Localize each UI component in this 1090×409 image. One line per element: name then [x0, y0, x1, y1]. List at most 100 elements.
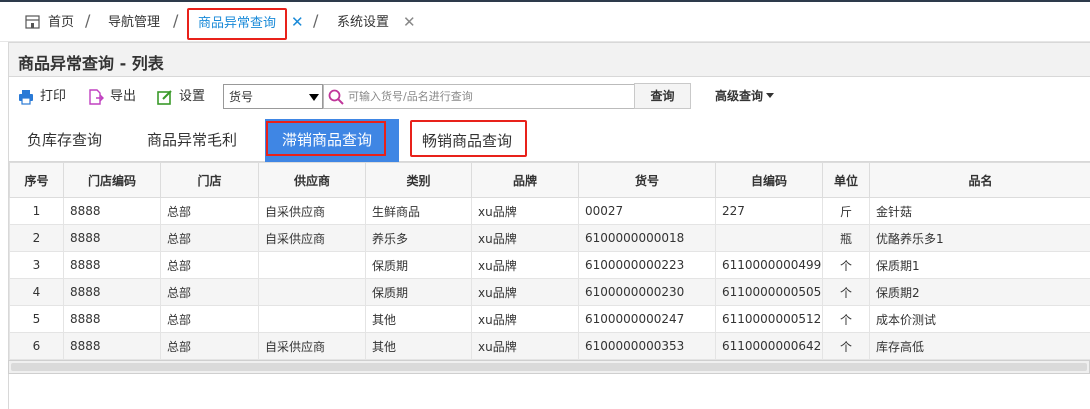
column-header[interactable]: 供应商	[258, 162, 366, 198]
cell: 总部	[160, 305, 259, 333]
cell	[258, 251, 366, 279]
cell: xu品牌	[471, 305, 579, 333]
cell	[258, 305, 366, 333]
cell: 8888	[63, 332, 161, 360]
column-header[interactable]: 单位	[822, 162, 870, 198]
cell: 库存高低	[869, 332, 1090, 360]
cell: xu品牌	[471, 278, 579, 306]
settings-button[interactable]: 设置	[157, 87, 217, 107]
cell: 8888	[63, 305, 161, 333]
cell: xu品牌	[471, 224, 579, 252]
breadcrumb-active-tab[interactable]: 商品异常查询	[187, 8, 287, 40]
table-row[interactable]: 1 8888 总部 自采供应商 生鲜商品 xu品牌 00027 227 斤 金针…	[9, 197, 1090, 225]
cell: 自采供应商	[258, 224, 366, 252]
cell: 6110000000642	[715, 332, 823, 360]
row-index: 2	[9, 224, 64, 252]
column-header[interactable]: 门店	[160, 162, 259, 198]
close-icon[interactable]: ✕	[403, 13, 416, 31]
page-title: 商品异常查询 - 列表	[18, 54, 164, 73]
export-icon	[89, 89, 104, 105]
table-row[interactable]: 6 8888 总部 自采供应商 其他 xu品牌 6100000000353 61…	[9, 332, 1090, 360]
cell: 总部	[160, 278, 259, 306]
column-header[interactable]: 类别	[365, 162, 472, 198]
search-input[interactable]	[348, 87, 628, 106]
cell: 保质期1	[869, 251, 1090, 279]
cell: 6110000000505	[715, 278, 823, 306]
column-header[interactable]: 品牌	[471, 162, 579, 198]
cell: 8888	[63, 197, 161, 225]
cell: 金针菇	[869, 197, 1090, 225]
table-row[interactable]: 4 8888 总部 保质期 xu品牌 6100000000230 6110000…	[9, 278, 1090, 306]
sub-tabs: 负库存查询 商品异常毛利 滞销商品查询 畅销商品查询	[8, 117, 1090, 162]
tab-slow-moving[interactable]: 滞销商品查询	[265, 119, 399, 162]
cell: 6100000000018	[578, 224, 716, 252]
cell: 个	[822, 305, 870, 333]
toolbar: 打印 导出 设置 货号 查询 高级查询	[8, 77, 1090, 117]
table-footer-area	[8, 374, 1090, 409]
column-header[interactable]: 货号	[578, 162, 716, 198]
cell: 个	[822, 332, 870, 360]
close-icon[interactable]: ✕	[291, 13, 304, 31]
row-index: 3	[9, 251, 64, 279]
tab-best-selling[interactable]: 畅销商品查询	[410, 120, 527, 157]
breadcrumb-home[interactable]: 首页	[48, 13, 74, 33]
row-index: 4	[9, 278, 64, 306]
column-header[interactable]: 自编码	[715, 162, 823, 198]
search-icon	[328, 89, 344, 105]
breadcrumb: 首页 / 导航管理 / 商品异常查询 ✕ / 系统设置 ✕	[0, 2, 1090, 42]
cell	[258, 278, 366, 306]
breadcrumb-active-label: 商品异常查询	[197, 16, 276, 31]
cell: 自采供应商	[258, 332, 366, 360]
tab-best-selling-label: 畅销商品查询	[422, 132, 513, 150]
breadcrumb-settings[interactable]: 系统设置	[337, 13, 389, 33]
cell: 6110000000499	[715, 251, 823, 279]
data-table: 序号 门店编码 门店 供应商 类别 品牌 货号 自编码 单位 品名 1 8888…	[8, 162, 1090, 360]
table-row[interactable]: 2 8888 总部 自采供应商 养乐多 xu品牌 6100000000018 瓶…	[9, 224, 1090, 252]
print-button[interactable]: 打印	[18, 87, 78, 107]
field-select[interactable]: 货号	[223, 84, 323, 109]
edit-icon	[157, 90, 172, 105]
breadcrumb-separator: /	[313, 11, 319, 30]
cell: 其他	[365, 332, 472, 360]
cell: xu品牌	[471, 197, 579, 225]
horizontal-scrollbar[interactable]	[8, 360, 1090, 374]
home-icon[interactable]	[25, 15, 40, 29]
advanced-query-label: 高级查询	[715, 89, 764, 103]
cell: 6100000000247	[578, 305, 716, 333]
column-header[interactable]: 序号	[9, 162, 64, 198]
cell: 生鲜商品	[365, 197, 472, 225]
page-title-bar: 商品异常查询 - 列表	[8, 42, 1090, 77]
column-header[interactable]: 门店编码	[63, 162, 161, 198]
advanced-query-button[interactable]: 高级查询	[715, 87, 775, 104]
tab-slow-moving-label: 滞销商品查询	[282, 131, 373, 149]
cell: 227	[715, 197, 823, 225]
export-button[interactable]: 导出	[88, 87, 148, 107]
cell: 养乐多	[365, 224, 472, 252]
cell: 保质期	[365, 278, 472, 306]
table-header-row: 序号 门店编码 门店 供应商 类别 品牌 货号 自编码 单位 品名	[9, 162, 1090, 198]
table-row[interactable]: 3 8888 总部 保质期 xu品牌 6100000000223 6110000…	[9, 251, 1090, 279]
cell: 斤	[822, 197, 870, 225]
print-icon	[19, 90, 33, 105]
query-button[interactable]: 查询	[634, 83, 691, 109]
tab-abnormal-margin[interactable]: 商品异常毛利	[147, 129, 237, 150]
cell: xu品牌	[471, 332, 579, 360]
cell: 其他	[365, 305, 472, 333]
table-row[interactable]: 5 8888 总部 其他 xu品牌 6100000000247 61100000…	[9, 305, 1090, 333]
cell: 6100000000353	[578, 332, 716, 360]
column-header[interactable]: 品名	[869, 162, 1090, 198]
cell: 6100000000230	[578, 278, 716, 306]
breadcrumb-separator: /	[85, 11, 91, 30]
tab-negative-stock[interactable]: 负库存查询	[27, 129, 102, 150]
cell: 8888	[63, 224, 161, 252]
breadcrumb-nav[interactable]: 导航管理	[108, 13, 160, 33]
cell: 00027	[578, 197, 716, 225]
row-index: 5	[9, 305, 64, 333]
scrollbar-thumb[interactable]	[11, 363, 1087, 371]
row-index: 1	[9, 197, 64, 225]
field-select-value: 货号	[229, 90, 254, 104]
chevron-down-icon	[309, 94, 319, 101]
cell: xu品牌	[471, 251, 579, 279]
cell: 6110000000512	[715, 305, 823, 333]
print-label: 打印	[40, 89, 67, 104]
